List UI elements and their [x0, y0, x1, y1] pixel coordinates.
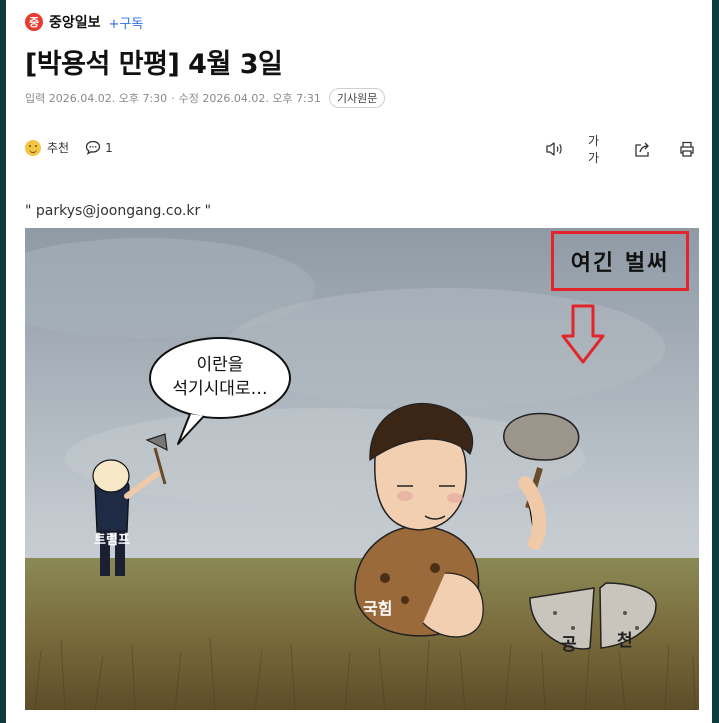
- speech-line-1: 이란을: [197, 355, 244, 375]
- comment-count: 1: [105, 140, 113, 155]
- cartoon-illustration: 이란을 석기시대로… 트럼프 국힘 공 천: [25, 228, 699, 710]
- article-meta: 입력 2026.04.02. 오후 7:30 · 수정 2026.04.02. …: [25, 88, 386, 108]
- print-icon[interactable]: [676, 139, 698, 159]
- arrow-down-icon: [561, 304, 605, 364]
- article-tools: 가가: [522, 134, 698, 165]
- pot-right-label: 천: [617, 631, 633, 651]
- modified-label: 수정: [178, 92, 199, 105]
- like-button[interactable]: 추천: [47, 139, 69, 156]
- comment-button[interactable]: 1: [85, 140, 113, 155]
- annotation-box: 여긴 벌써: [551, 231, 689, 291]
- input-time: 2026.04.02. 오후 7:30: [48, 92, 168, 105]
- meta-separator: ·: [171, 91, 175, 105]
- original-article-button[interactable]: 기사원문: [328, 88, 386, 108]
- reaction-bar: 추천 1: [25, 139, 113, 156]
- press-header: 중 중앙일보 +구독: [25, 12, 143, 32]
- trump-label: 트럼프: [94, 533, 130, 548]
- article-title: [박용석 만평] 4월 3일: [25, 49, 283, 80]
- annotation-text: 여긴 벌써: [570, 250, 670, 276]
- comment-icon: [85, 140, 101, 155]
- modified-time: 2026.04.02. 오후 7:31: [202, 92, 321, 105]
- subscribe-button[interactable]: +구독: [109, 13, 144, 32]
- smile-icon[interactable]: [25, 139, 41, 156]
- pot-left-label: 공: [561, 635, 577, 655]
- ppp-label: 국힘: [363, 599, 392, 618]
- article-page: 중 중앙일보 +구독 [박용석 만평] 4월 3일 입력 2026.04.02.…: [6, 0, 712, 723]
- cartoon-image: 이란을 석기시대로… 트럼프 국힘 공 천: [25, 228, 699, 710]
- share-icon[interactable]: [632, 139, 654, 159]
- press-logo-icon[interactable]: 중: [25, 13, 43, 31]
- font-size-button[interactable]: 가가: [588, 134, 610, 165]
- press-name[interactable]: 중앙일보: [49, 12, 101, 32]
- reporter-email: " parkys@joongang.co.kr ": [25, 203, 212, 219]
- input-label: 입력: [25, 92, 46, 105]
- speech-line-2: 석기시대로…: [172, 379, 267, 399]
- speaker-icon[interactable]: [544, 139, 566, 159]
